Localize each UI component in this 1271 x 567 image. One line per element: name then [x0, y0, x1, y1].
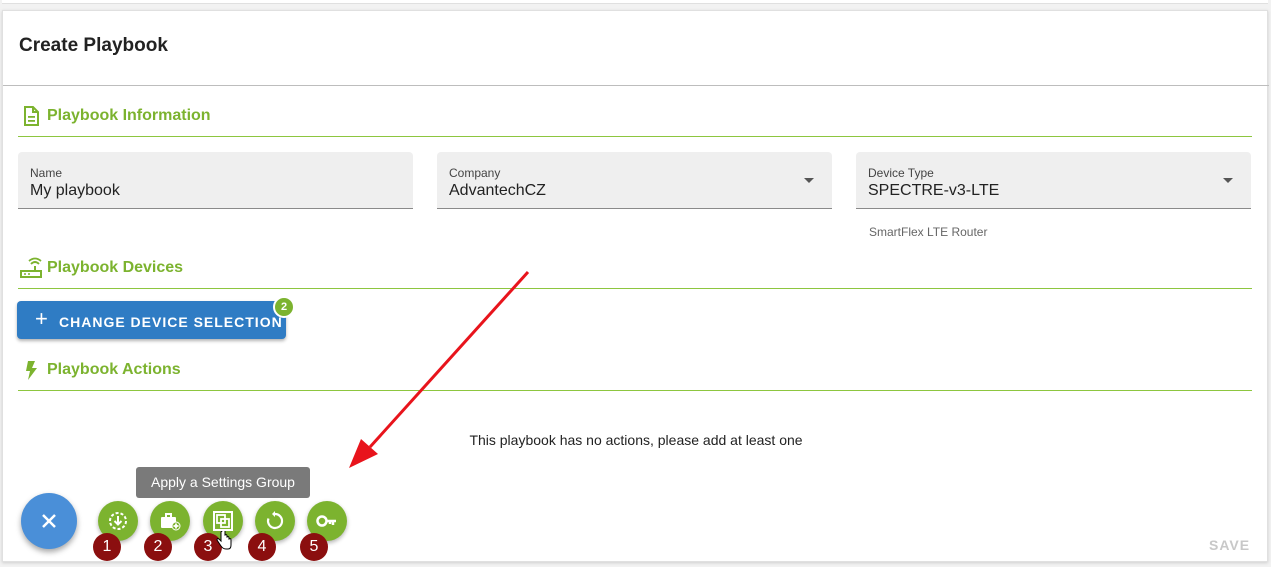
page-background: Create Playbook Playbook Information Nam…: [0, 0, 1271, 567]
annotation-arrow: [349, 270, 530, 468]
